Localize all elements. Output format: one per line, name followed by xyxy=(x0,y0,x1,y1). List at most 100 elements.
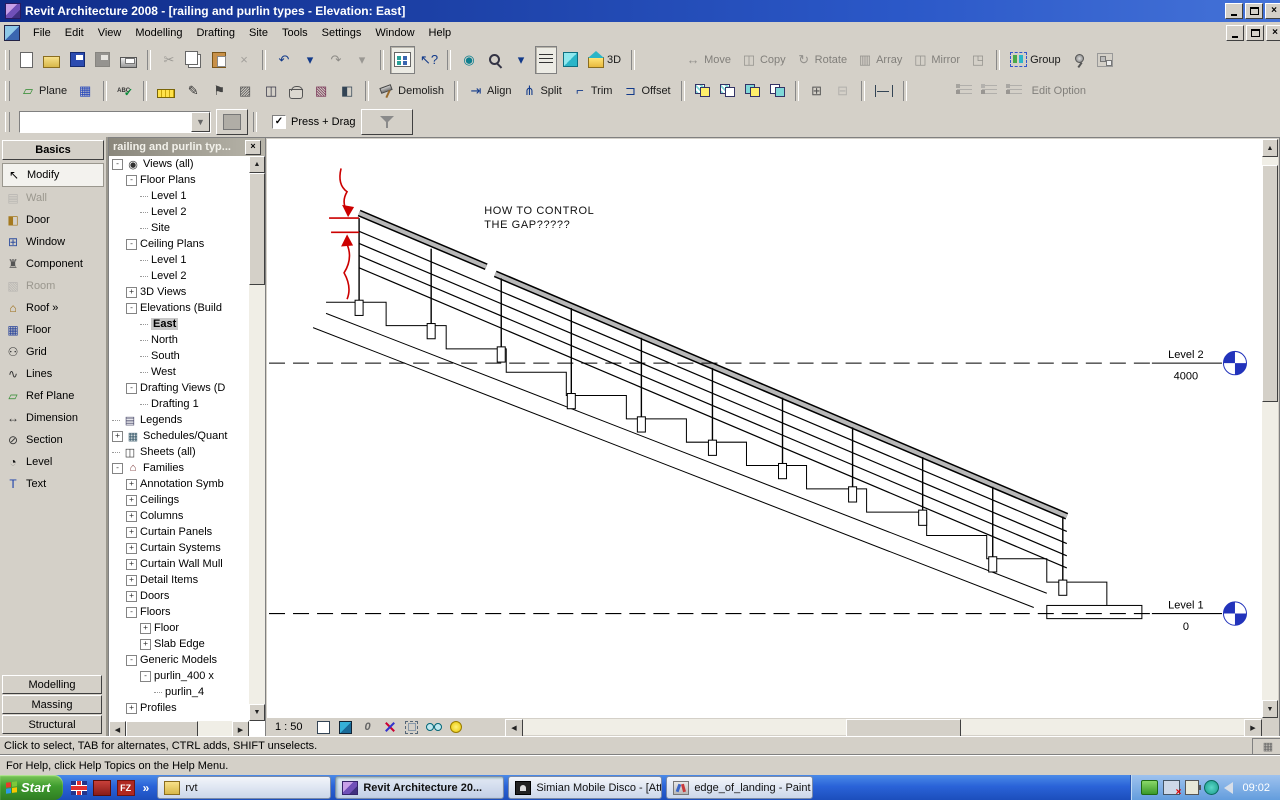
taskbar-button-rvt[interactable]: rvt xyxy=(157,776,331,799)
new-file-button[interactable] xyxy=(16,46,37,74)
group-button[interactable]: Group xyxy=(1006,46,1065,74)
start-button[interactable]: Start xyxy=(0,775,63,800)
tree-expander[interactable]: + xyxy=(126,527,137,538)
volume-icon[interactable] xyxy=(1224,782,1233,794)
zoom-dropdown-button[interactable]: ▾ xyxy=(509,46,533,74)
type-selector-combobox[interactable]: ▼ xyxy=(19,111,211,133)
undo-button[interactable]: ↶ xyxy=(272,46,296,74)
join-geometry-button[interactable] xyxy=(741,77,764,105)
tree-expander[interactable]: - xyxy=(126,655,137,666)
3d-house-button[interactable]: 3D xyxy=(584,46,625,74)
cut-geometry-button[interactable] xyxy=(691,77,714,105)
menu-drafting[interactable]: Drafting xyxy=(189,25,242,41)
scrollbar-thumb[interactable] xyxy=(249,173,265,285)
tree-item-level-1[interactable]: Level 1 xyxy=(109,188,249,204)
browser-horizontal-scrollbar[interactable]: ◀ ▶ xyxy=(109,721,249,737)
tree-item-sheets-all[interactable]: ◫Sheets (all) xyxy=(109,444,249,460)
designbar-tab-structural[interactable]: Structural xyxy=(2,715,102,734)
taskbar-button-simian-mobile-disco-att[interactable]: Simian Mobile Disco - [Att... xyxy=(508,776,662,799)
media-player-quick-icon[interactable] xyxy=(93,780,111,796)
tree-item-doors[interactable]: +Doors xyxy=(109,588,249,604)
menu-edit[interactable]: Edit xyxy=(58,25,91,41)
work-plane-button[interactable]: ▱Plane xyxy=(16,77,71,105)
menu-help[interactable]: Help xyxy=(422,25,459,41)
zoom-button[interactable] xyxy=(483,46,507,74)
tree-expander[interactable]: + xyxy=(140,639,151,650)
tree-expander[interactable]: + xyxy=(126,703,137,714)
scroll-up-icon[interactable]: ▲ xyxy=(249,156,265,173)
tree-item-west[interactable]: West xyxy=(109,364,249,380)
battery-icon[interactable] xyxy=(1185,780,1199,795)
split-button[interactable]: ⋔Split xyxy=(517,77,565,105)
designbar-item-level[interactable]: ◔Level xyxy=(2,451,104,473)
filezilla-icon[interactable]: FZ xyxy=(117,780,135,796)
tree-item-purlin-400-x[interactable]: -purlin_400 x xyxy=(109,668,249,684)
dynamic-view-button[interactable]: ◉ xyxy=(457,46,481,74)
browser-vertical-scrollbar[interactable]: ▲ ▼ xyxy=(249,156,265,721)
tree-expander[interactable]: + xyxy=(126,543,137,554)
toolbar-grip[interactable] xyxy=(5,112,10,132)
level-2-line[interactable]: Level 2 4000 xyxy=(269,349,1246,382)
close-icon[interactable]: × xyxy=(245,140,261,155)
canvas-vertical-scrollbar[interactable]: ▲ ▼ xyxy=(1262,139,1278,718)
tree-item-level-2[interactable]: Level 2 xyxy=(109,268,249,284)
open-folder-button[interactable] xyxy=(39,46,64,74)
tree-expander[interactable]: + xyxy=(126,287,137,298)
tree-expander[interactable]: + xyxy=(126,575,137,586)
document-icon[interactable] xyxy=(4,25,20,41)
designbar-item-room[interactable]: ▧Room xyxy=(2,275,104,297)
tree-item-floor[interactable]: +Floor xyxy=(109,620,249,636)
tree-expander[interactable]: + xyxy=(126,495,137,506)
tree-item-level-1[interactable]: Level 1 xyxy=(109,252,249,268)
child-minimize-button[interactable] xyxy=(1226,25,1244,41)
save-button[interactable] xyxy=(66,46,89,74)
tree-item-south[interactable]: South xyxy=(109,348,249,364)
view-panel-button[interactable]: ◫ xyxy=(259,77,283,105)
scroll-left-icon[interactable]: ◀ xyxy=(505,719,523,737)
model-graphics-button[interactable] xyxy=(338,719,354,735)
tree-expander[interactable]: - xyxy=(112,159,123,170)
tree-expander[interactable]: + xyxy=(126,511,137,522)
tree-item-columns[interactable]: +Columns xyxy=(109,508,249,524)
menu-site[interactable]: Site xyxy=(242,25,275,41)
reveal-hidden-button[interactable] xyxy=(426,719,442,735)
tree-item-drafting-1[interactable]: Drafting 1 xyxy=(109,396,249,412)
dont-cut-geometry-button[interactable] xyxy=(716,77,739,105)
designbar-item-text[interactable]: TText xyxy=(2,473,104,495)
close-button[interactable]: × xyxy=(1265,3,1280,19)
copy-button[interactable] xyxy=(183,46,206,74)
materials-button[interactable]: ▧ xyxy=(309,77,333,105)
media-player-icon[interactable] xyxy=(1204,780,1219,795)
network-offline-icon[interactable] xyxy=(1163,780,1180,795)
element-properties-button[interactable] xyxy=(216,109,248,135)
tree-item-curtain-wall-mull[interactable]: +Curtain Wall Mull xyxy=(109,556,249,572)
tree-expander[interactable]: - xyxy=(126,175,137,186)
tree-item-drafting-views-d[interactable]: -Drafting Views (D xyxy=(109,380,249,396)
spelling-button[interactable] xyxy=(113,77,137,105)
safely-remove-icon[interactable] xyxy=(1141,780,1158,795)
tree-expander[interactable]: - xyxy=(126,607,137,618)
press-drag-checkbox[interactable]: ✓ xyxy=(272,115,286,129)
tree-item-level-2[interactable]: Level 2 xyxy=(109,204,249,220)
tree-item-families[interactable]: -⌂Families xyxy=(109,460,249,476)
tree-item-curtain-panels[interactable]: +Curtain Panels xyxy=(109,524,249,540)
trim-button[interactable]: ⌐Trim xyxy=(568,77,617,105)
designbar-item-section[interactable]: ⊘Section xyxy=(2,429,104,451)
scroll-down-icon[interactable]: ▼ xyxy=(1262,700,1278,718)
designbar-item-lines[interactable]: ∿Lines xyxy=(2,363,104,385)
tree-item-north[interactable]: North xyxy=(109,332,249,348)
ungroup-button[interactable] xyxy=(1093,46,1117,74)
tree-item-east[interactable]: East xyxy=(109,316,249,332)
designbar-tab-modelling[interactable]: Modelling xyxy=(2,675,102,694)
tree-expander[interactable]: - xyxy=(140,671,151,682)
plane-grid-button[interactable]: ▦ xyxy=(73,77,97,105)
undo-dropdown-button[interactable]: ▾ xyxy=(298,46,322,74)
view-scale[interactable]: 1 : 50 xyxy=(275,721,303,733)
temporary-hide-button[interactable] xyxy=(448,719,464,735)
split-face-button[interactable]: ◧ xyxy=(335,77,359,105)
tree-item-detail-items[interactable]: +Detail Items xyxy=(109,572,249,588)
align-button[interactable]: ⇥Align xyxy=(464,77,515,105)
tree-expander[interactable]: - xyxy=(126,383,137,394)
tree-item-3d-views[interactable]: +3D Views xyxy=(109,284,249,300)
tree-item-legends[interactable]: ▤Legends xyxy=(109,412,249,428)
